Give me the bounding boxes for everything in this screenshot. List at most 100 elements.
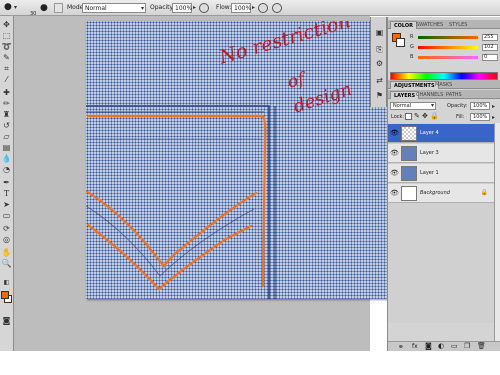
new-group-icon[interactable]: ▭ — [451, 342, 458, 350]
pocket-v-stroke — [86, 189, 258, 268]
layer-name: Layer 3 — [420, 150, 439, 156]
tab-paths[interactable]: PATHS — [443, 91, 465, 99]
blue-channel-input[interactable]: 0 — [482, 54, 498, 61]
flow-label: Flow: — [216, 4, 232, 11]
new-layer-icon[interactable]: ❐ — [464, 342, 470, 350]
tab-swatches[interactable]: SWATCHES — [413, 21, 446, 29]
marquee-tool-icon[interactable]: ⬚ — [1, 31, 12, 41]
blue-channel-label: B — [410, 54, 414, 60]
link-layers-icon[interactable]: ⚭ — [398, 343, 404, 351]
gradient-tool-icon[interactable]: ▤ — [1, 143, 12, 153]
tool-preset-picker[interactable]: ● ▾ — [3, 2, 21, 13]
layer-row-1[interactable]: 👁 Layer 1 — [388, 164, 494, 183]
brush-panel-toggle[interactable] — [54, 3, 63, 13]
visibility-eye-icon[interactable]: 👁 — [390, 169, 399, 177]
flow-input[interactable]: 100% — [231, 3, 251, 13]
opacity-label: Opacity: — [150, 4, 175, 11]
fill-input[interactable]: 100% — [470, 113, 490, 121]
brush-preset-icon: ● — [4, 2, 12, 12]
default-colors-icon[interactable]: ◧ — [1, 278, 12, 288]
dodge-tool-icon[interactable]: ◔ — [1, 165, 12, 175]
layer-row-3[interactable]: 👁 Layer 3 — [388, 144, 494, 163]
layer-thumbnail — [401, 146, 417, 161]
layer-opacity-label: Opacity: — [447, 103, 468, 109]
delete-layer-icon[interactable]: 🗑 — [477, 342, 486, 350]
tablet-opacity-icon[interactable] — [199, 3, 209, 13]
green-channel-slider[interactable] — [418, 46, 478, 49]
red-channel-input[interactable]: 255 — [482, 34, 498, 41]
tab-masks[interactable]: MASKS — [432, 81, 455, 89]
crop-tool-icon[interactable]: ⌗ — [1, 64, 12, 74]
shape-tool-icon[interactable]: ▭ — [1, 211, 12, 221]
3d-orbit-tool-icon[interactable]: ◎ — [1, 235, 12, 245]
quick-mask-icon[interactable]: ◙ — [1, 316, 12, 326]
tablet-size-icon[interactable] — [272, 3, 282, 13]
lasso-tool-icon[interactable]: ➰ — [1, 42, 12, 52]
airbrush-icon[interactable] — [258, 3, 268, 13]
history-brush-tool-icon[interactable]: ↺ — [1, 121, 12, 131]
healing-brush-tool-icon[interactable]: ✚ — [1, 88, 12, 98]
zoom-tool-icon[interactable]: 🔍 — [1, 259, 12, 269]
fill-slider-button[interactable]: ▸ — [492, 114, 495, 121]
brush-picker-button[interactable]: ● — [40, 3, 52, 13]
quick-select-tool-icon[interactable]: ✎ — [1, 53, 12, 63]
visibility-eye-icon[interactable]: 👁 — [390, 189, 399, 197]
blue-channel-slider[interactable] — [418, 56, 478, 59]
flow-slider-button[interactable]: ▸ — [252, 3, 255, 13]
document-work-area: No restriction of design — [14, 16, 389, 351]
red-channel-slider[interactable] — [418, 36, 478, 39]
layer-name: Layer 4 — [420, 130, 439, 136]
foreground-color-swatch[interactable] — [1, 291, 9, 299]
opacity-slider-button[interactable]: ▸ — [193, 3, 196, 13]
blend-mode-select[interactable]: Normal — [390, 102, 436, 110]
mode-select[interactable]: Normal — [82, 3, 146, 14]
layers-footer: ⚭ fx ◙ ◐ ▭ ❐ 🗑 — [388, 341, 500, 351]
green-channel-input[interactable]: 102 — [482, 44, 498, 51]
layer-opacity-input[interactable]: 100% — [470, 102, 490, 110]
color-spectrum-ramp[interactable] — [390, 72, 498, 80]
opacity-input[interactable]: 100% — [172, 3, 192, 13]
move-tool-icon[interactable]: ✥ — [1, 20, 12, 30]
right-panel-dock: COLOR SWATCHES STYLES R 255 G 102 B 0 AD… — [387, 17, 500, 351]
layer-name: Layer 1 — [420, 170, 439, 176]
layer-style-icon[interactable]: fx — [412, 343, 418, 350]
path-select-tool-icon[interactable]: ➤ — [1, 200, 12, 210]
layer-name: Background — [420, 190, 450, 196]
pen-tool-icon[interactable]: ✒ — [1, 178, 12, 188]
clone-stamp-tool-icon[interactable]: ♜ — [1, 110, 12, 120]
layer-opacity-slider-button[interactable]: ▸ — [492, 103, 495, 110]
visibility-eye-icon[interactable]: 👁 — [390, 129, 399, 137]
tab-styles[interactable]: STYLES — [446, 21, 470, 29]
lock-all-icon[interactable]: 🔒 — [430, 112, 439, 120]
layer-row-background[interactable]: 👁 Background 🔒 — [388, 184, 494, 203]
brush-tip-icon: ● — [40, 3, 48, 13]
3d-rotate-tool-icon[interactable]: ⟳ — [1, 224, 12, 234]
lock-transparent-icon[interactable] — [405, 113, 412, 120]
document-canvas[interactable]: No restriction of design — [86, 21, 389, 299]
brush-tool-icon[interactable]: ✏ — [1, 99, 12, 109]
visibility-eye-icon[interactable]: 👁 — [390, 149, 399, 157]
background-color-chip[interactable] — [396, 38, 405, 47]
blur-tool-icon[interactable]: 💧 — [1, 154, 12, 164]
lock-position-icon[interactable]: ✥ — [422, 112, 428, 120]
layers-scrollbar[interactable] — [494, 123, 500, 341]
tab-channels[interactable]: CHANNELS — [413, 91, 446, 99]
layer-thumbnail — [401, 166, 417, 181]
hand-tool-icon[interactable]: ✋ — [1, 248, 12, 258]
brush-presets-icon[interactable]: ⚙ — [374, 58, 385, 69]
layer-thumbnail — [401, 186, 417, 201]
type-tool-icon[interactable]: T — [1, 189, 12, 199]
color-panel-tabs: COLOR SWATCHES STYLES — [388, 20, 500, 29]
eraser-tool-icon[interactable]: ▱ — [1, 132, 12, 142]
navigator-icon[interactable]: ▣ — [374, 27, 385, 38]
adjustment-layer-icon[interactable]: ◐ — [438, 342, 444, 350]
actions-icon[interactable]: ⚑ — [374, 90, 385, 101]
fill-label: Fill: — [456, 114, 465, 120]
layers-list: 👁 Layer 4 👁 Layer 3 👁 Layer 1 👁 Backgrou… — [388, 123, 500, 323]
lock-image-icon[interactable]: ✎ — [414, 112, 420, 120]
eyedropper-tool-icon[interactable]: ⁄ — [1, 75, 12, 85]
add-mask-icon[interactable]: ◙ — [425, 342, 432, 350]
layer-row-4[interactable]: 👁 Layer 4 — [388, 124, 494, 143]
clone-source-icon[interactable]: ⇄ — [374, 75, 385, 86]
history-icon[interactable]: ⎘ — [374, 44, 385, 55]
